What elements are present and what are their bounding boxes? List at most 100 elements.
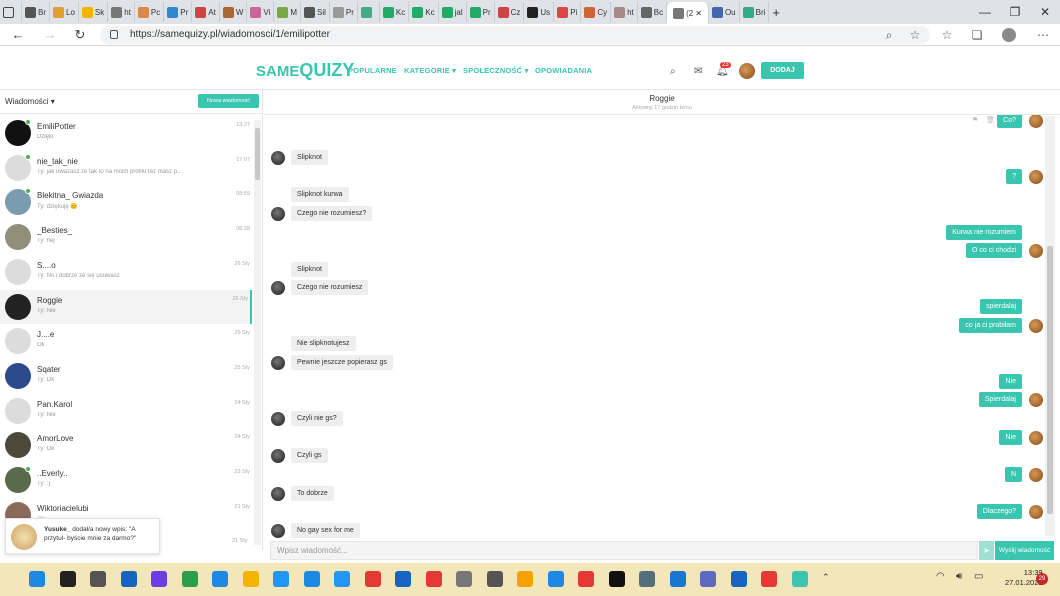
minimize-button[interactable]: — xyxy=(970,0,1000,24)
partner-avatar[interactable] xyxy=(271,356,285,370)
taskbar-windows-start-icon[interactable] xyxy=(29,571,45,587)
partner-avatar[interactable] xyxy=(271,151,285,165)
taskbar-app-icon[interactable] xyxy=(578,571,594,587)
browser-tab[interactable]: Sk xyxy=(79,2,109,22)
browser-tab[interactable]: Bri xyxy=(740,2,770,22)
new-tab-icon[interactable]: + xyxy=(769,2,791,22)
favorite-add-icon[interactable]: ☆ xyxy=(908,28,922,42)
taskbar-search-icon[interactable] xyxy=(59,571,76,587)
conversation-item[interactable]: Sqater Ty: Ok 25 Sty xyxy=(0,359,252,393)
collections-icon[interactable]: ❏ xyxy=(970,28,984,42)
own-avatar[interactable] xyxy=(1029,431,1043,445)
browser-tab[interactable]: Cz xyxy=(495,2,525,22)
close-tab-icon[interactable]: ✕ xyxy=(695,9,702,18)
taskbar-edge-icon[interactable] xyxy=(181,571,198,587)
conversations-scrollbar[interactable] xyxy=(254,120,261,545)
taskbar-photos-icon[interactable] xyxy=(547,571,564,587)
more-icon[interactable]: ⋯ xyxy=(1036,28,1050,42)
browser-tab[interactable]: Bc xyxy=(638,2,668,22)
activity-toast[interactable]: Yusuke_ dodał/a nowy wpis: "A przytul- b… xyxy=(5,518,160,554)
conversation-item[interactable]: _Besties_ Ty: hej 06:28 xyxy=(0,220,252,254)
taskbar-chat-icon[interactable] xyxy=(151,571,167,587)
profile-icon[interactable] xyxy=(1002,28,1016,42)
add-button[interactable]: DODAJ xyxy=(761,62,804,79)
taskbar-todo-icon[interactable] xyxy=(395,571,411,587)
browser-tab[interactable]: Kc xyxy=(380,2,410,22)
taskbar-maps-icon[interactable] xyxy=(761,571,777,587)
taskbar-notes-icon[interactable] xyxy=(456,571,472,587)
conversation-item[interactable]: Blekitna_ Gwiazda Ty: dziękuję 😊 08:59 xyxy=(0,185,252,219)
battery-icon[interactable]: ▭ xyxy=(974,571,983,582)
browser-tab[interactable]: Pr xyxy=(330,2,358,22)
nav-opowiadania[interactable]: OPOWIADANIA xyxy=(535,66,592,75)
nav-spolecznosc[interactable]: SPOŁECZNOŚĆ ▾ xyxy=(463,66,529,75)
scroll-thumb[interactable] xyxy=(1047,246,1053,514)
taskbar-store-icon[interactable] xyxy=(212,571,228,587)
browser-tab[interactable]: Lo xyxy=(50,2,79,22)
chat-scrollbar[interactable] xyxy=(1045,116,1055,536)
own-avatar[interactable] xyxy=(1029,319,1043,333)
conversation-item[interactable]: AmorLove Ty: Ok 24 Sty xyxy=(0,428,252,462)
wifi-icon[interactable]: ◠ xyxy=(936,571,945,582)
browser-tab[interactable]: (2 ✕ xyxy=(667,2,709,24)
taskbar-explorer-icon[interactable] xyxy=(242,571,259,587)
taskbar-app-icon[interactable] xyxy=(730,571,747,587)
partner-avatar[interactable] xyxy=(271,281,285,295)
partner-avatar[interactable] xyxy=(271,487,285,501)
conversation-item[interactable]: nie_tak_nie Ty: jak uważasz że tak to na … xyxy=(0,151,252,185)
message-input[interactable]: Wpisz wiadomość... xyxy=(270,541,978,560)
taskbar-calculator-icon[interactable] xyxy=(669,571,686,587)
browser-tab[interactable]: Pr xyxy=(164,2,193,22)
conversation-item[interactable]: ..Everly.. Ty: :) 23 Sty xyxy=(0,463,252,497)
own-avatar[interactable] xyxy=(1029,468,1043,482)
url-field[interactable]: https://samequizy.pl/wiadomosci/1/emilip… xyxy=(100,26,930,44)
browser-tab[interactable]: Br xyxy=(22,2,50,22)
browser-tab[interactable]: Kc xyxy=(409,2,439,22)
browser-tab[interactable]: Pc xyxy=(135,2,165,22)
browser-tab[interactable] xyxy=(358,2,380,22)
mail-icon[interactable]: ✉ xyxy=(694,66,702,77)
browser-tab[interactable]: Pi xyxy=(554,2,582,22)
browser-tab[interactable]: Ou xyxy=(709,2,740,22)
send-button[interactable]: Wyślij wiadomość xyxy=(995,541,1054,560)
browser-tab[interactable]: Pr xyxy=(467,2,495,22)
own-avatar[interactable] xyxy=(1029,244,1043,258)
send-icon[interactable]: ➤ xyxy=(979,541,994,560)
refresh-icon[interactable]: ↻ xyxy=(72,27,88,43)
taskbar-camera-icon[interactable] xyxy=(639,571,655,587)
maximize-button[interactable]: ❐ xyxy=(1000,0,1030,24)
browser-tab[interactable]: jal xyxy=(439,2,467,22)
taskbar-l-app-icon[interactable] xyxy=(334,571,350,587)
taskbar-snip-icon[interactable] xyxy=(791,571,808,587)
browser-tab[interactable]: W xyxy=(220,2,248,22)
taskbar-task-view-icon[interactable] xyxy=(90,571,106,587)
new-message-button[interactable]: Nowa wiadomość xyxy=(198,94,259,108)
partner-avatar[interactable] xyxy=(271,207,285,221)
nav-popularne[interactable]: POPULARNE xyxy=(348,66,397,75)
own-avatar[interactable] xyxy=(1029,170,1043,184)
conversation-item[interactable]: J....e Ok 25 Sty xyxy=(0,324,252,358)
browser-tab[interactable]: Cy xyxy=(581,2,612,22)
taskbar-app-icon[interactable] xyxy=(517,571,533,587)
conversation-item[interactable]: Roggie Ty: Nie 26 Sty xyxy=(0,289,252,324)
scroll-thumb[interactable] xyxy=(255,128,260,180)
window-menu-icon[interactable] xyxy=(0,2,22,22)
browser-tab[interactable]: M xyxy=(274,2,302,22)
own-avatar[interactable] xyxy=(1029,393,1043,407)
conversation-item[interactable]: EmiliPotter Dzięki 13:27 xyxy=(0,116,252,150)
taskbar-app-icon[interactable] xyxy=(364,571,381,587)
volume-icon[interactable]: 🔊︎ xyxy=(956,571,962,582)
own-avatar[interactable] xyxy=(1029,505,1043,519)
browser-tab[interactable]: At xyxy=(192,2,220,22)
zoom-icon[interactable]: ⌕ xyxy=(882,28,896,42)
chat-partner-name[interactable]: Roggie xyxy=(264,94,1060,103)
nav-kategorie[interactable]: KATEGORIE ▾ xyxy=(404,66,456,75)
taskbar-usb-icon[interactable] xyxy=(486,571,503,587)
forward-icon[interactable]: → xyxy=(42,27,58,43)
browser-tab[interactable]: Sil xyxy=(301,2,330,22)
taskbar-security-icon[interactable] xyxy=(425,571,442,587)
browser-tab[interactable]: ht xyxy=(108,2,135,22)
browser-tab[interactable]: Vi xyxy=(247,2,275,22)
tray-chevron-icon[interactable]: ⌃ xyxy=(822,572,830,583)
taskbar-mail-icon[interactable] xyxy=(273,571,289,587)
